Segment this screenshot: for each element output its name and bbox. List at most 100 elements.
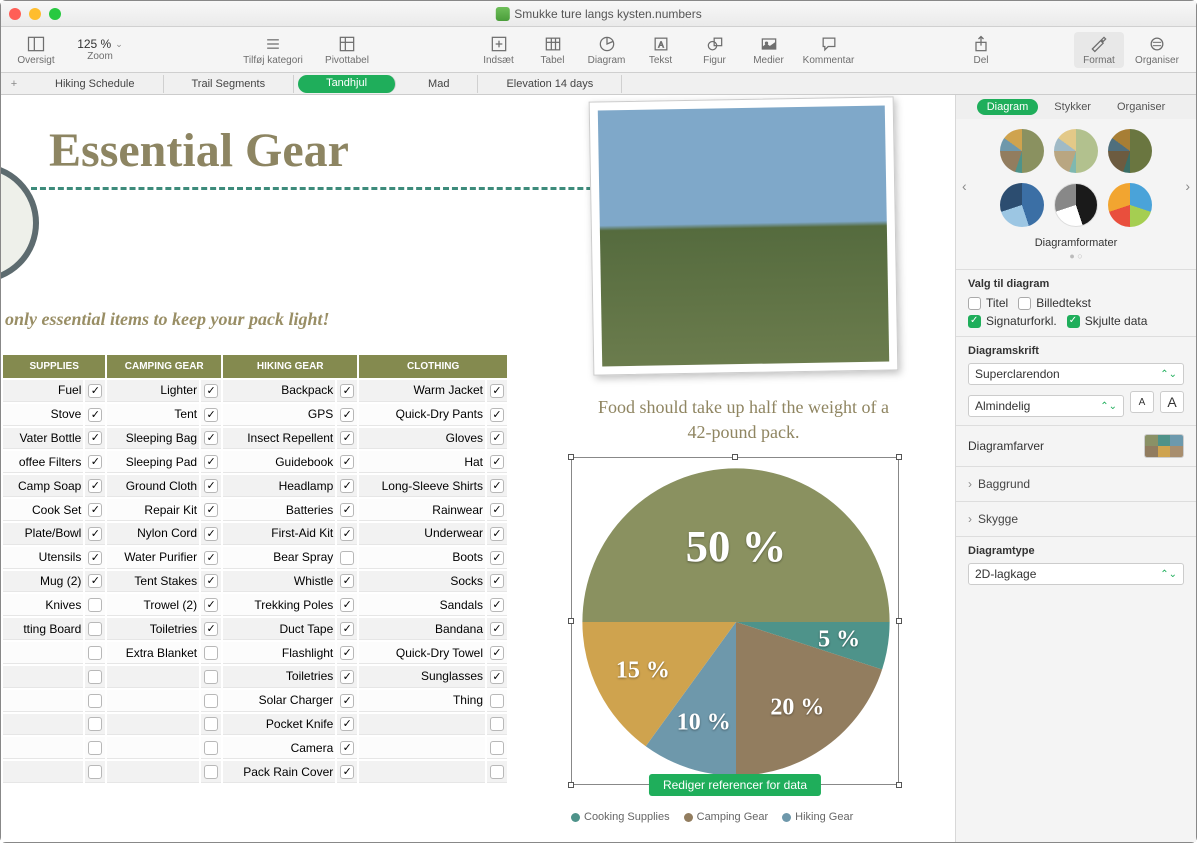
cell-label[interactable]: [3, 642, 83, 664]
cell-checkbox[interactable]: [201, 451, 221, 473]
table-row[interactable]: StoveTentGPSQuick-Dry Pants: [3, 404, 507, 426]
checkbox-icon[interactable]: [88, 765, 102, 779]
checkbox-icon[interactable]: [204, 670, 218, 684]
shape-button[interactable]: Figur: [690, 34, 740, 66]
checkbox-icon[interactable]: [340, 646, 354, 660]
color-palette-button[interactable]: [1144, 434, 1184, 458]
checkbox-icon[interactable]: [490, 479, 504, 493]
zoom-select[interactable]: 125 % ⌄ Zoom: [65, 37, 135, 62]
cell-label[interactable]: Nylon Cord: [107, 523, 199, 545]
cell-label[interactable]: [359, 714, 485, 736]
cell-checkbox[interactable]: [85, 666, 105, 688]
resize-handle[interactable]: [568, 782, 574, 788]
table-row[interactable]: ToiletriesSunglasses: [3, 666, 507, 688]
opt-titel[interactable]: Titel: [968, 296, 1008, 310]
table-row[interactable]: UtensilsWater PurifierBear SprayBoots: [3, 547, 507, 569]
checkbox-icon[interactable]: [490, 384, 504, 398]
resize-handle[interactable]: [732, 454, 738, 460]
cell-checkbox[interactable]: [201, 642, 221, 664]
cell-label[interactable]: [3, 737, 83, 759]
cell-label[interactable]: Thing: [359, 690, 485, 712]
cell-checkbox[interactable]: [201, 428, 221, 450]
cell-checkbox[interactable]: [487, 761, 507, 783]
checkbox-icon[interactable]: [204, 694, 218, 708]
cell-checkbox[interactable]: [487, 547, 507, 569]
cell-checkbox[interactable]: [85, 618, 105, 640]
cell-label[interactable]: Socks: [359, 571, 485, 593]
cell-checkbox[interactable]: [337, 547, 357, 569]
cell-checkbox[interactable]: [337, 761, 357, 783]
photo-frame[interactable]: [589, 96, 899, 375]
tab-stykker[interactable]: Stykker: [1044, 99, 1101, 115]
cell-checkbox[interactable]: [487, 714, 507, 736]
table-row[interactable]: Pack Rain Cover: [3, 761, 507, 783]
opt-billedtekst[interactable]: Billedtekst: [1018, 296, 1091, 310]
cell-label[interactable]: First-Aid Kit: [223, 523, 335, 545]
cell-label[interactable]: Tent Stakes: [107, 571, 199, 593]
checkbox-icon[interactable]: [88, 694, 102, 708]
cell-checkbox[interactable]: [201, 380, 221, 402]
sheet-tab[interactable]: Elevation 14 days: [478, 75, 622, 93]
table-row[interactable]: Plate/BowlNylon CordFirst-Aid KitUnderwe…: [3, 523, 507, 545]
cell-checkbox[interactable]: [85, 380, 105, 402]
cell-checkbox[interactable]: [337, 404, 357, 426]
checkbox-icon[interactable]: [490, 431, 504, 445]
background-section[interactable]: Baggrund: [956, 466, 1196, 501]
cell-checkbox[interactable]: [201, 404, 221, 426]
pivot-button[interactable]: Pivottabel: [317, 34, 377, 66]
cell-label[interactable]: Quick-Dry Towel: [359, 642, 485, 664]
font-family-select[interactable]: Superclarendon⌃⌄: [968, 363, 1184, 385]
cell-label[interactable]: Repair Kit: [107, 499, 199, 521]
checkbox-icon[interactable]: [490, 408, 504, 422]
gear-table[interactable]: SUPPLIESCAMPING GEARHIKING GEARCLOTHINGF…: [1, 353, 509, 785]
cell-checkbox[interactable]: [337, 380, 357, 402]
cell-checkbox[interactable]: [201, 475, 221, 497]
insert-button[interactable]: Indsæt: [474, 34, 524, 66]
resize-handle[interactable]: [568, 454, 574, 460]
view-button[interactable]: Oversigt: [11, 34, 61, 66]
table-row[interactable]: FuelLighterBackpackWarm Jacket: [3, 380, 507, 402]
styles-next-icon[interactable]: ›: [1185, 178, 1190, 194]
cell-label[interactable]: Solar Charger: [223, 690, 335, 712]
cell-label[interactable]: [3, 761, 83, 783]
cell-checkbox[interactable]: [337, 714, 357, 736]
checkbox-icon[interactable]: [88, 479, 102, 493]
cell-label[interactable]: Plate/Bowl: [3, 523, 83, 545]
chart-style-option[interactable]: [1000, 129, 1044, 173]
sheet-tab[interactable]: Mad: [400, 75, 478, 93]
format-button[interactable]: Format: [1074, 32, 1124, 68]
cell-checkbox[interactable]: [487, 523, 507, 545]
cell-checkbox[interactable]: [337, 475, 357, 497]
cell-label[interactable]: [3, 714, 83, 736]
cell-label[interactable]: offee Filters: [3, 451, 83, 473]
cell-label[interactable]: Long-Sleeve Shirts: [359, 475, 485, 497]
cell-checkbox[interactable]: [337, 666, 357, 688]
checkbox-icon[interactable]: [490, 622, 504, 636]
cell-label[interactable]: Headlamp: [223, 475, 335, 497]
cell-checkbox[interactable]: [487, 451, 507, 473]
cell-label[interactable]: Stove: [3, 404, 83, 426]
cell-checkbox[interactable]: [337, 571, 357, 593]
cell-label[interactable]: [107, 737, 199, 759]
checkbox-icon[interactable]: [490, 717, 504, 731]
cell-label[interactable]: Batteries: [223, 499, 335, 521]
checkbox-icon[interactable]: [88, 503, 102, 517]
cell-checkbox[interactable]: [201, 761, 221, 783]
checkbox-icon[interactable]: [88, 717, 102, 731]
cell-checkbox[interactable]: [487, 690, 507, 712]
tab-organiser[interactable]: Organiser: [1107, 99, 1175, 115]
cell-checkbox[interactable]: [487, 618, 507, 640]
font-style-select[interactable]: Almindelig⌃⌄: [968, 395, 1124, 417]
font-smaller-button[interactable]: A: [1130, 391, 1154, 413]
comment-button[interactable]: Kommentar: [798, 34, 860, 66]
chart-type-select[interactable]: 2D-lagkage⌃⌄: [968, 563, 1184, 585]
cell-label[interactable]: GPS: [223, 404, 335, 426]
checkbox-icon[interactable]: [88, 741, 102, 755]
cell-label[interactable]: [107, 666, 199, 688]
checkbox-icon[interactable]: [490, 670, 504, 684]
checkbox-icon[interactable]: [204, 765, 218, 779]
cell-label[interactable]: Utensils: [3, 547, 83, 569]
cell-label[interactable]: Fuel: [3, 380, 83, 402]
chart-style-option[interactable]: [1054, 129, 1098, 173]
cell-label[interactable]: Gloves: [359, 428, 485, 450]
